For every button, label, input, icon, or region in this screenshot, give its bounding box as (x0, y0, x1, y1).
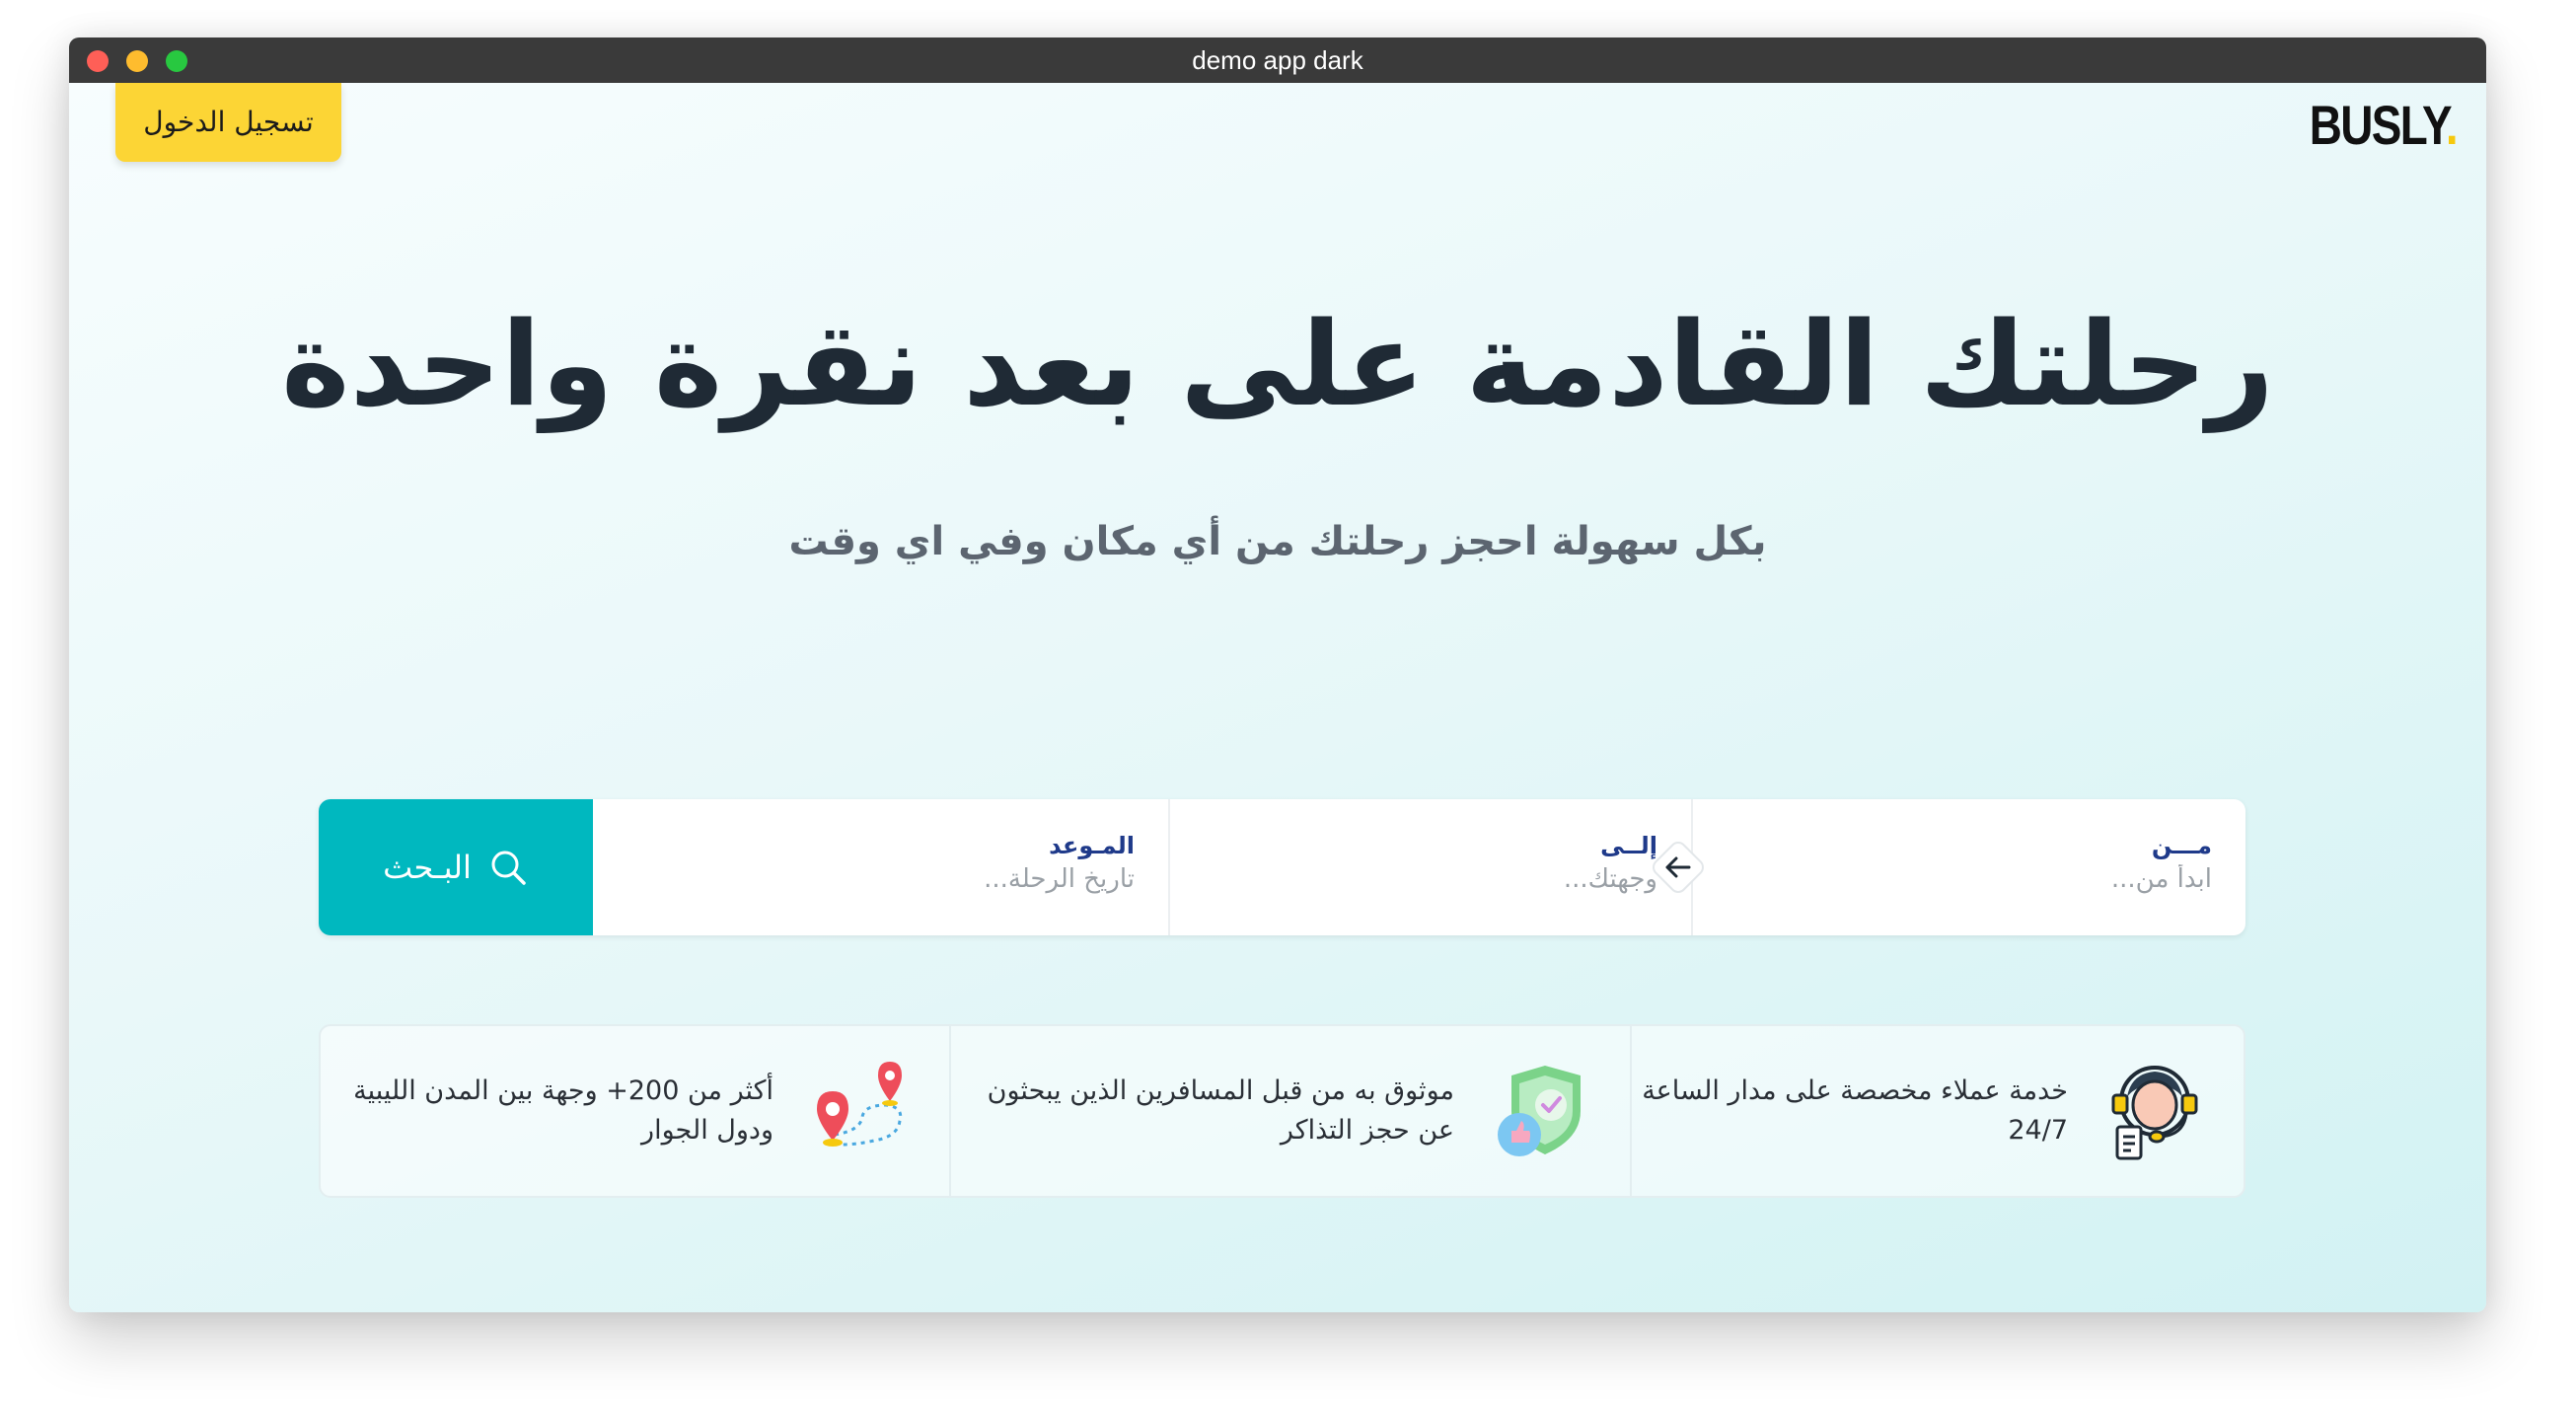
feature-customer-support: خدمة عملاء مخصصة على مدار الساعة 24/7 (1632, 1026, 2244, 1196)
window-title: demo app dark (1192, 45, 1363, 75)
date-field[interactable]: المـوعد (591, 799, 1170, 935)
date-label: المـوعد (1049, 832, 1135, 859)
arrow-left-icon (1653, 842, 1704, 893)
landing-page: BUSLY. تسجيل الدخول رحلتك القادمة على بع… (69, 83, 2486, 1312)
search-icon (491, 851, 526, 885)
feature-destinations: أكثر من 200+ وجهة بين المدن الليبية ودول… (317, 1026, 951, 1196)
from-label: مـــن (2151, 832, 2212, 859)
swap-direction-button[interactable] (1644, 833, 1713, 902)
logo-text: BUSLY (2309, 94, 2448, 156)
from-input[interactable] (1817, 864, 2212, 894)
feature-trusted-text: موثوق به من قبل المسافرين الذين يبحثون ع… (987, 1075, 1454, 1146)
trip-search-form: مـــن إلــى المـوعد (319, 799, 2245, 935)
trusted-shield-icon (1498, 1066, 1581, 1156)
title-bar: demo app dark (69, 37, 2486, 84)
busly-logo[interactable]: BUSLY. (2309, 93, 2459, 162)
hero-subtitle: بكل سهولة احجز رحلتك من أي مكان وفي اي و… (788, 519, 1767, 564)
to-field[interactable]: إلــى (1168, 799, 1693, 935)
feature-destinations-text: أكثر من 200+ وجهة بين المدن الليبية ودول… (353, 1075, 773, 1146)
customer-support-icon (2111, 1066, 2198, 1160)
feature-customer-support-text: خدمة عملاء مخصصة على مدار الساعة 24/7 (1642, 1075, 2068, 1146)
logo-dot: . (2445, 94, 2459, 156)
search-button[interactable]: البـحث (319, 799, 593, 935)
search-button-label: البـحث (383, 849, 472, 886)
app-window: demo app dark BUSLY. تسجيل الدخول رحلتك … (69, 37, 2486, 1312)
from-field[interactable]: مـــن (1693, 799, 2245, 935)
login-button[interactable]: تسجيل الدخول (115, 83, 341, 162)
feature-trusted: موثوق به من قبل المسافرين الذين يبحثون ع… (949, 1026, 1632, 1196)
date-input[interactable] (740, 864, 1135, 894)
features-strip: خدمة عملاء مخصصة على مدار الساعة 24/7 مو… (319, 1024, 2245, 1198)
map-pins-route-icon (817, 1062, 903, 1147)
to-input[interactable] (1263, 864, 1657, 894)
hero-title: رحلتك القادمة على بعد نقرة واحدة (281, 296, 2274, 432)
